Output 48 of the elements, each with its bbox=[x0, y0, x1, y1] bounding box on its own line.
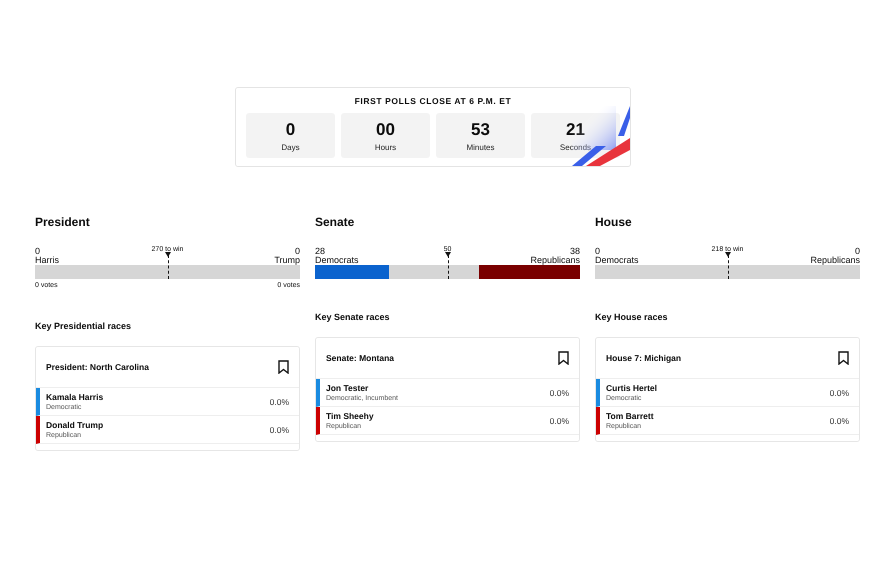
seat-count: 0 bbox=[854, 247, 860, 256]
vote-percentage: 0.0% bbox=[830, 416, 849, 426]
threshold-marker-icon bbox=[725, 252, 731, 257]
candidate-name: Donald Trump bbox=[46, 420, 104, 430]
seat-count: 0 bbox=[595, 247, 600, 256]
candidate-name: Tom Barrett bbox=[606, 411, 654, 421]
section-title: Senate bbox=[315, 215, 356, 231]
countdown-value: 53 bbox=[471, 120, 490, 140]
candidate-name: Kamala Harris bbox=[46, 392, 104, 402]
bookmark-icon[interactable] bbox=[838, 351, 849, 365]
vote-percentage: 0.0% bbox=[270, 396, 289, 406]
race-title: President: North Carolina bbox=[46, 362, 149, 372]
party-label: Republicans bbox=[810, 256, 860, 265]
threshold-marker-icon bbox=[165, 252, 171, 257]
bookmark-icon[interactable] bbox=[278, 360, 289, 374]
countdown-value: 0 bbox=[286, 120, 296, 140]
vote-percentage: 0.0% bbox=[830, 388, 849, 398]
section-title: House bbox=[595, 215, 633, 231]
party-label: Harris bbox=[35, 256, 59, 265]
countdown-label: Seconds bbox=[560, 142, 592, 152]
countdown-value: 21 bbox=[566, 120, 585, 140]
countdown-label: Hours bbox=[374, 142, 396, 152]
party-label: Republicans bbox=[530, 256, 580, 265]
candidate-name: Tim Sheehy bbox=[326, 411, 374, 421]
section-title: President bbox=[35, 215, 91, 231]
race-title: Senate: Montana bbox=[326, 353, 394, 363]
candidate-name: Jon Tester bbox=[326, 383, 370, 393]
party-label: Democrats bbox=[315, 256, 359, 265]
seat-count: 28 bbox=[315, 247, 326, 256]
countdown-title: FIRST POLLS CLOSE AT 6 P.M. ET bbox=[354, 96, 512, 106]
seat-count: 38 bbox=[570, 247, 580, 256]
countdown-label: Minutes bbox=[466, 142, 494, 152]
threshold-marker-icon bbox=[445, 252, 451, 257]
vote-percentage: 0.0% bbox=[550, 388, 569, 398]
party-label: Trump bbox=[274, 256, 300, 265]
key-races-title: Key House races bbox=[595, 312, 669, 322]
countdown-value: 00 bbox=[376, 120, 395, 140]
party-label: Democrats bbox=[595, 256, 639, 265]
countdown-label: Days bbox=[281, 142, 300, 152]
seat-count: 0 bbox=[294, 247, 300, 256]
bookmark-icon[interactable] bbox=[558, 351, 569, 365]
key-races-title: Key Presidential races bbox=[35, 321, 132, 331]
vote-percentage: 0.0% bbox=[270, 424, 289, 434]
seat-count: 0 bbox=[35, 247, 40, 256]
vote-percentage: 0.0% bbox=[550, 416, 569, 426]
race-title: House 7: Michigan bbox=[606, 353, 682, 363]
key-races-title: Key Senate races bbox=[315, 312, 391, 322]
candidate-name: Curtis Hertel bbox=[606, 383, 658, 393]
